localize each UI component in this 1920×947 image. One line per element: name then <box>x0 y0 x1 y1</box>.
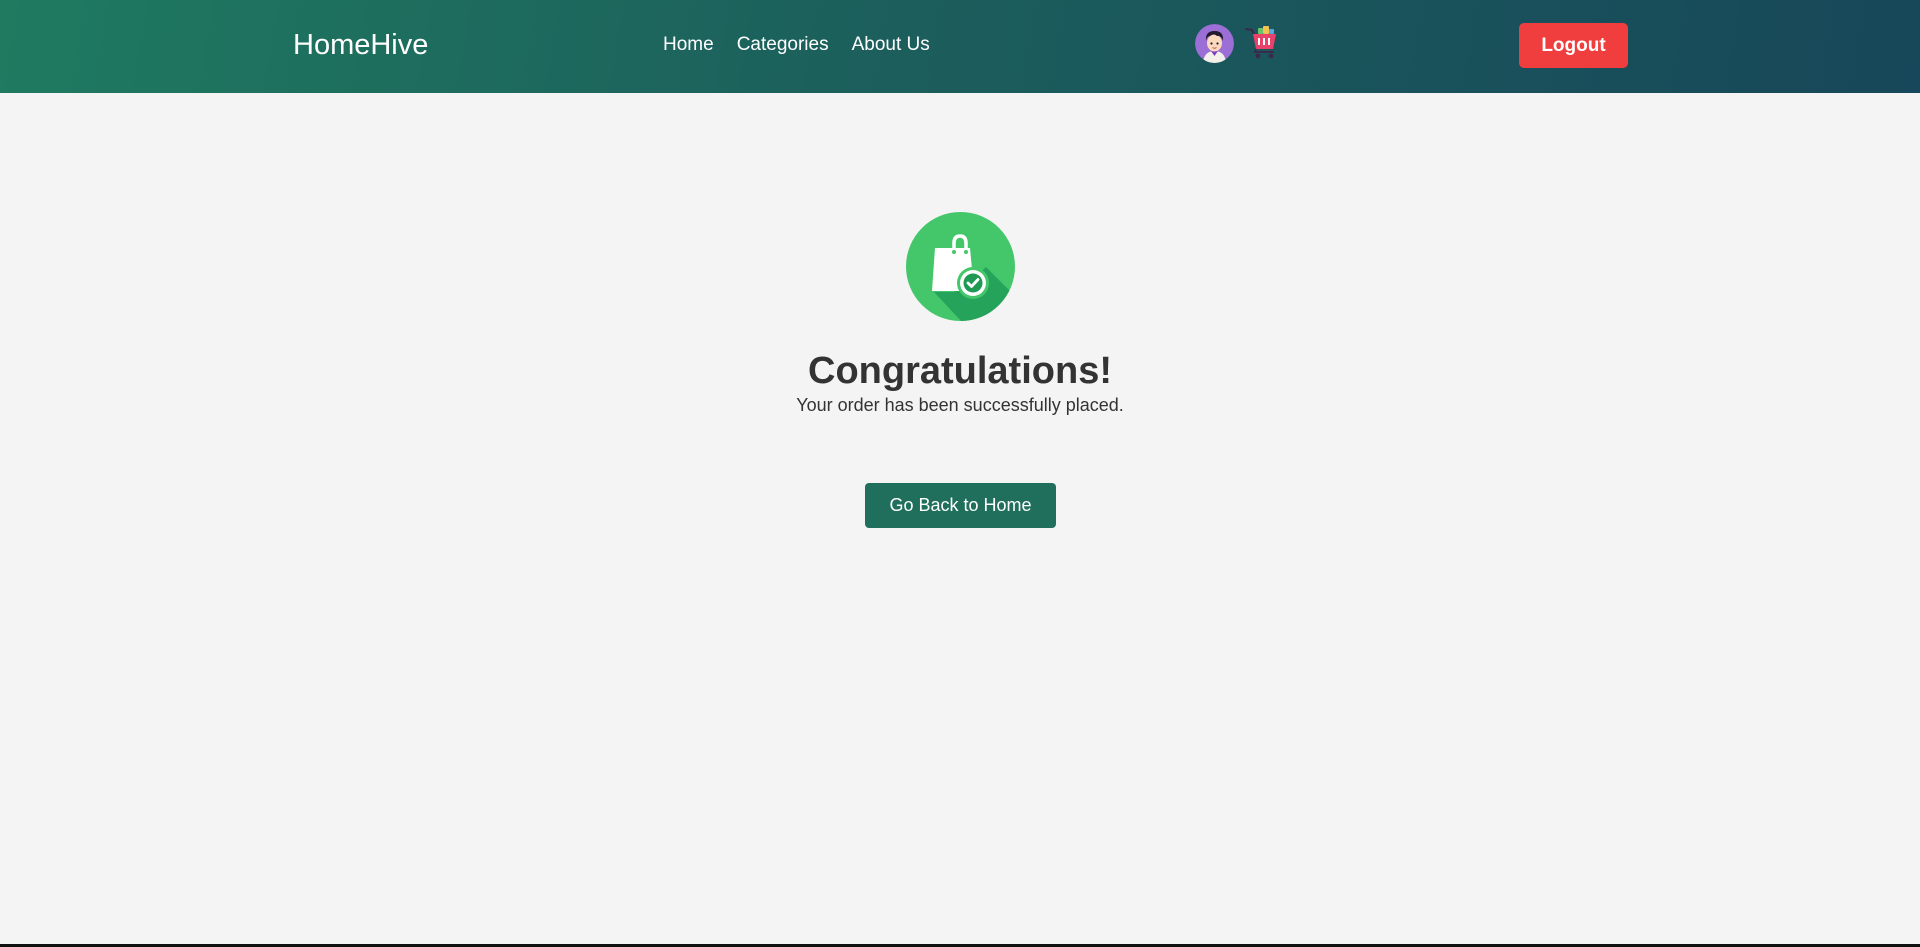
nav-link-about-us[interactable]: About Us <box>852 33 930 57</box>
shopping-bag-check-icon <box>906 212 1015 321</box>
page-title: Congratulations! <box>808 350 1112 392</box>
nav-links: Home Categories About Us <box>663 33 953 57</box>
nav-link-categories[interactable]: Categories <box>737 33 829 57</box>
nav-link-home[interactable]: Home <box>663 33 714 57</box>
user-avatar-icon[interactable] <box>1195 24 1234 63</box>
order-confirmation-message: Your order has been successfully placed. <box>796 395 1124 415</box>
logout-button[interactable]: Logout <box>1519 23 1628 68</box>
go-back-home-button[interactable]: Go Back to Home <box>865 483 1056 528</box>
shopping-cart-icon[interactable] <box>1245 24 1279 60</box>
brand-logo[interactable]: HomeHive <box>293 27 428 63</box>
navbar: HomeHive Home Categories About Us Logout <box>0 0 1920 93</box>
